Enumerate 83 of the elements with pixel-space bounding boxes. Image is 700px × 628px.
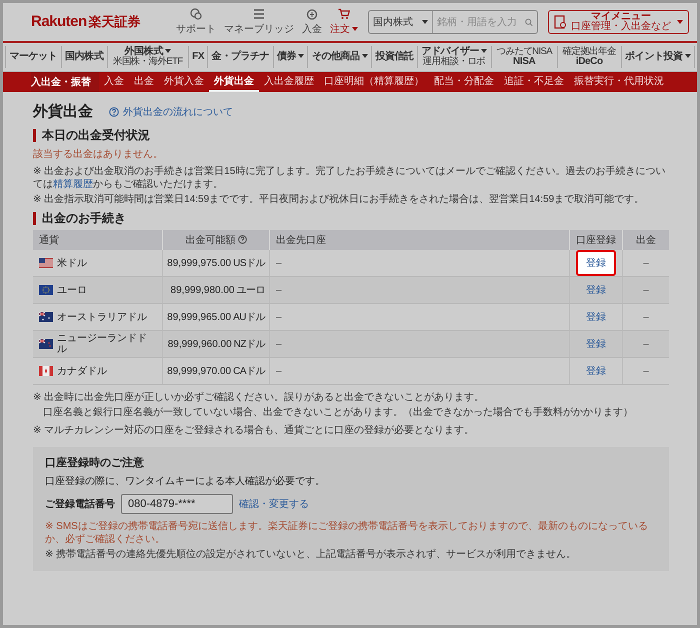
withdraw-text: –	[643, 366, 649, 377]
subnav-tab[interactable]: 出金	[129, 72, 159, 92]
account-text: –	[276, 312, 282, 323]
utility-label: 入金	[302, 22, 322, 36]
nav-item[interactable]: 確定拠出年金 iDeCo	[556, 46, 621, 68]
note-text: ※ 出金時に出金先口座が正しいか必ずご確認ください。誤りがあると出金できないことがあります。	[33, 391, 486, 404]
column-header: 口座登録	[570, 230, 622, 250]
logo[interactable]: Rakuten楽天証券	[31, 13, 141, 31]
subnav-tab[interactable]: 入金	[99, 72, 129, 92]
withdraw-text: –	[643, 284, 649, 296]
status-message: 該当する出金はありません。	[33, 148, 164, 162]
register-link[interactable]: 登録	[578, 306, 614, 328]
withdraw-text: –	[643, 338, 649, 350]
history-link[interactable]: 精算履歴	[53, 179, 93, 190]
amount-text: 89,999,980.00	[170, 285, 234, 296]
account-text: –	[276, 338, 282, 350]
amount-text: 89,999,970.00	[167, 366, 232, 378]
currency-name: ニュージーランドドル	[57, 332, 148, 356]
column-header: 通貨	[33, 230, 162, 250]
nav-item[interactable]: ポイント投資	[620, 46, 696, 68]
subnav-title: 入出金・振替	[31, 72, 99, 92]
note-text: ※ 出金および出金取消のお手続きは営業日15時に完了します。完了したお手続きについてはメールでご確認ください。過去のお手続きについては精算履歴からもご確認いただけます。	[33, 165, 666, 192]
register-link[interactable]: 登録	[578, 360, 614, 382]
amount-text: 89,999,965.00	[167, 312, 232, 324]
nav-item[interactable]: FX	[188, 46, 208, 68]
unit-text: USドル	[233, 258, 265, 270]
nav-item[interactable]: つみたてNISA NISA	[490, 46, 557, 68]
note-text: ※ 出金指示取消可能時間は営業日14:59までです。平日夜間および祝休日にお手続きをされた場合は、翌営業日14:59まで取消可能です。	[33, 193, 646, 206]
nav-item[interactable]: アドバイザー 運用相談・ロボ	[417, 46, 491, 68]
column-header: 出金可能額	[162, 230, 270, 250]
utility-label: サポート	[176, 23, 216, 36]
my-menu-button[interactable]: マイメニュー 口座管理・入出金など	[548, 10, 689, 34]
page-title: 外貨出金	[33, 102, 93, 121]
utility-link[interactable]: 入金	[302, 8, 322, 36]
account-text: –	[276, 366, 282, 377]
utility-label: 注文	[330, 22, 350, 36]
utility-label: マネーブリッジ	[224, 22, 294, 36]
register-link[interactable]: 登録	[576, 250, 616, 276]
unit-text: NZドル	[234, 339, 265, 350]
account-text: –	[276, 258, 282, 269]
change-link[interactable]: 確認・変更する	[239, 497, 309, 512]
nav-item[interactable]: 金・プラチナ	[207, 46, 273, 68]
subnav-tab[interactable]: 外貨入金	[159, 72, 209, 92]
currency-name: カナダドル	[57, 366, 107, 378]
unit-text: AUドル	[233, 312, 265, 324]
column-header: 出金	[622, 230, 669, 250]
withdraw-text: –	[643, 258, 649, 269]
help-link[interactable]: 外貨出金の流れについて	[123, 104, 233, 118]
utility-link[interactable]: サポート	[176, 8, 216, 36]
amount-text: 89,999,960.00	[168, 339, 232, 350]
currency-name: 米ドル	[57, 258, 87, 270]
withdraw-text: –	[643, 312, 649, 323]
column-header: 出金先口座	[270, 230, 570, 250]
unit-text: CAドル	[233, 366, 265, 378]
nav-item[interactable]: 債券	[272, 46, 308, 68]
nav-item[interactable]: 外国株式 米国株・海外ETF	[106, 46, 188, 68]
currency-name: オーストラリアドル	[57, 312, 147, 324]
subnav-tab[interactable]: 振替実行・代用状況	[569, 72, 669, 92]
nav-item[interactable]: その他商品	[307, 46, 372, 68]
note-text: ※ 携帯電話番号の連絡先優先順位の設定がされていないと、上記電話番号が表示されず、サービスが利用できません。	[45, 548, 578, 562]
subnav-tab[interactable]: 入出金履歴	[259, 72, 319, 92]
phone-field[interactable]: 080-4879-****	[121, 494, 233, 514]
subnav-tab[interactable]: 配当・分配金	[429, 72, 499, 92]
nav-item[interactable]: 投資信託	[371, 46, 418, 68]
utility-link[interactable]: マネーブリッジ	[224, 8, 294, 36]
nav-item[interactable]: マーケット	[5, 46, 61, 68]
note-text: ※ マルチカレンシー対応の口座をご登録される場合も、通貨ごとに口座の登録が必要となります。	[33, 424, 476, 438]
section-heading: 出金のお手続き	[33, 212, 669, 226]
account-text: –	[276, 284, 282, 296]
warning-text: ※ SMSはご登録の携帯電話番号宛に送信します。楽天証券にご登録の携帯電話番号を表示しておりますので、最新のものになっているか、必ずご確認ください。	[45, 520, 649, 546]
section-heading: 本日の出金受付状況	[33, 129, 669, 142]
unit-text: ユーロ	[236, 285, 265, 296]
notice-text: 口座登録の際に、ワンタイムキーによる本人確認が必要です。	[45, 474, 326, 488]
subnav-tab[interactable]: 外貨出金	[209, 72, 259, 92]
amount-text: 89,999,975.00	[167, 258, 232, 270]
subnav-tab[interactable]: 追証・不足金	[499, 72, 569, 92]
utility-link[interactable]: 注文	[330, 8, 358, 36]
nav-item[interactable]: 国内株式	[60, 46, 107, 68]
phone-label: ご登録電話番号	[45, 498, 115, 512]
subnav-tab[interactable]: 口座明細（精算履歴）	[319, 72, 429, 92]
notice-title: 口座登録時のご注意	[45, 456, 145, 470]
note-text: 口座名義と銀行口座名義が一致していない場合、出金できないことがあります。（出金できなかった場合でも手数料がかかります）	[42, 406, 634, 420]
currency-name: ユーロ	[57, 284, 87, 296]
